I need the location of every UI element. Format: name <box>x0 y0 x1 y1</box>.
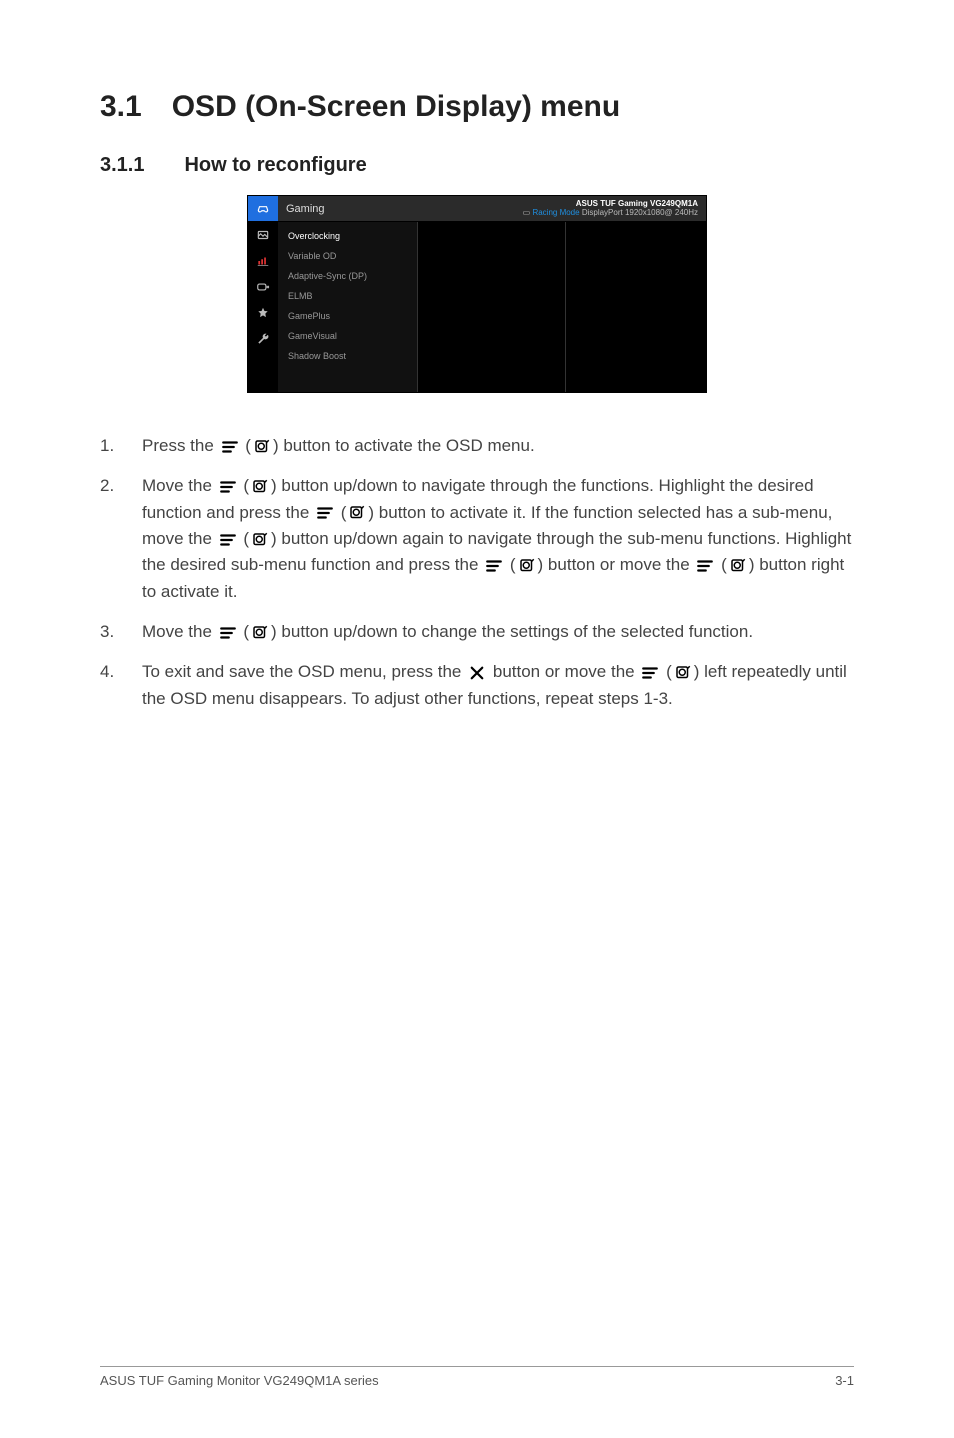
step-4: 4. To exit and save the OSD menu, press … <box>100 659 854 712</box>
controller-icon <box>248 196 278 222</box>
footer-page-number: 3-1 <box>835 1373 854 1388</box>
osd-header-title: Gaming <box>286 203 325 215</box>
osd-header: Gaming ASUS TUF Gaming VG249QM1A ▭ Racin… <box>278 196 706 222</box>
menu-icon <box>218 623 238 643</box>
list-item: Adaptive-Sync (DP) <box>278 266 417 286</box>
star-icon <box>248 300 278 326</box>
list-item: Shadow Boost <box>278 346 417 366</box>
menu-icon <box>220 437 240 457</box>
wrench-icon <box>248 326 278 352</box>
osd-side-tabs <box>248 196 278 392</box>
joystick-icon <box>250 623 270 643</box>
joystick-icon <box>728 556 748 576</box>
osd-value-col <box>566 222 706 392</box>
step-text: Move the () button up/down to navigate t… <box>142 473 854 605</box>
instruction-list: 1. Press the () button to activate the O… <box>100 433 854 712</box>
menu-icon <box>218 477 238 497</box>
list-item: ELMB <box>278 286 417 306</box>
joystick-icon <box>250 530 270 550</box>
page-footer: ASUS TUF Gaming Monitor VG249QM1A series… <box>100 1366 854 1388</box>
menu-icon <box>695 556 715 576</box>
step-number: 1. <box>100 433 142 459</box>
close-icon <box>467 663 487 683</box>
osd-submenu-col <box>418 222 566 392</box>
step-3: 3. Move the () button up/down to change … <box>100 619 854 645</box>
bars-icon <box>248 248 278 274</box>
picture-icon <box>248 222 278 248</box>
subsection-number: 3.1.1 <box>100 154 144 177</box>
joystick-icon <box>252 437 272 457</box>
section-number: 3.1 <box>100 90 142 124</box>
joystick-icon <box>517 556 537 576</box>
step-text: Move the () button up/down to change the… <box>142 619 854 645</box>
list-item: Variable OD <box>278 246 417 266</box>
step-text: To exit and save the OSD menu, press the… <box>142 659 854 712</box>
step-number: 3. <box>100 619 142 645</box>
subsection-heading: 3.1.1 How to reconfigure <box>100 154 854 177</box>
step-number: 4. <box>100 659 142 712</box>
osd-panel: Gaming ASUS TUF Gaming VG249QM1A ▭ Racin… <box>247 195 707 393</box>
input-icon <box>248 274 278 300</box>
step-1: 1. Press the () button to activate the O… <box>100 433 854 459</box>
osd-signal-label: DisplayPort 1920x1080@ 240Hz <box>582 208 698 217</box>
osd-header-status: ASUS TUF Gaming VG249QM1A ▭ Racing Mode … <box>523 200 698 218</box>
step-text: Press the () button to activate the OSD … <box>142 433 854 459</box>
menu-icon <box>640 663 660 683</box>
list-item: Overclocking <box>278 226 417 246</box>
osd-body: Overclocking Variable OD Adaptive-Sync (… <box>278 222 706 392</box>
list-item: GamePlus <box>278 306 417 326</box>
menu-icon <box>218 530 238 550</box>
section-heading: 3.1 OSD (On-Screen Display) menu <box>100 90 854 124</box>
menu-icon <box>315 503 335 523</box>
step-number: 2. <box>100 473 142 605</box>
joystick-icon <box>250 477 270 497</box>
joystick-icon <box>347 503 367 523</box>
section-title: OSD (On-Screen Display) menu <box>172 90 620 124</box>
joystick-icon <box>673 663 693 683</box>
footer-model: ASUS TUF Gaming Monitor VG249QM1A series <box>100 1373 379 1388</box>
osd-mode-label: Racing Mode <box>532 208 579 217</box>
monitor-icon: ▭ <box>523 208 531 217</box>
menu-icon <box>484 556 504 576</box>
osd-menu-list: Overclocking Variable OD Adaptive-Sync (… <box>278 222 418 392</box>
list-item: GameVisual <box>278 326 417 346</box>
subsection-title: How to reconfigure <box>184 154 366 177</box>
step-2: 2. Move the () button up/down to navigat… <box>100 473 854 605</box>
